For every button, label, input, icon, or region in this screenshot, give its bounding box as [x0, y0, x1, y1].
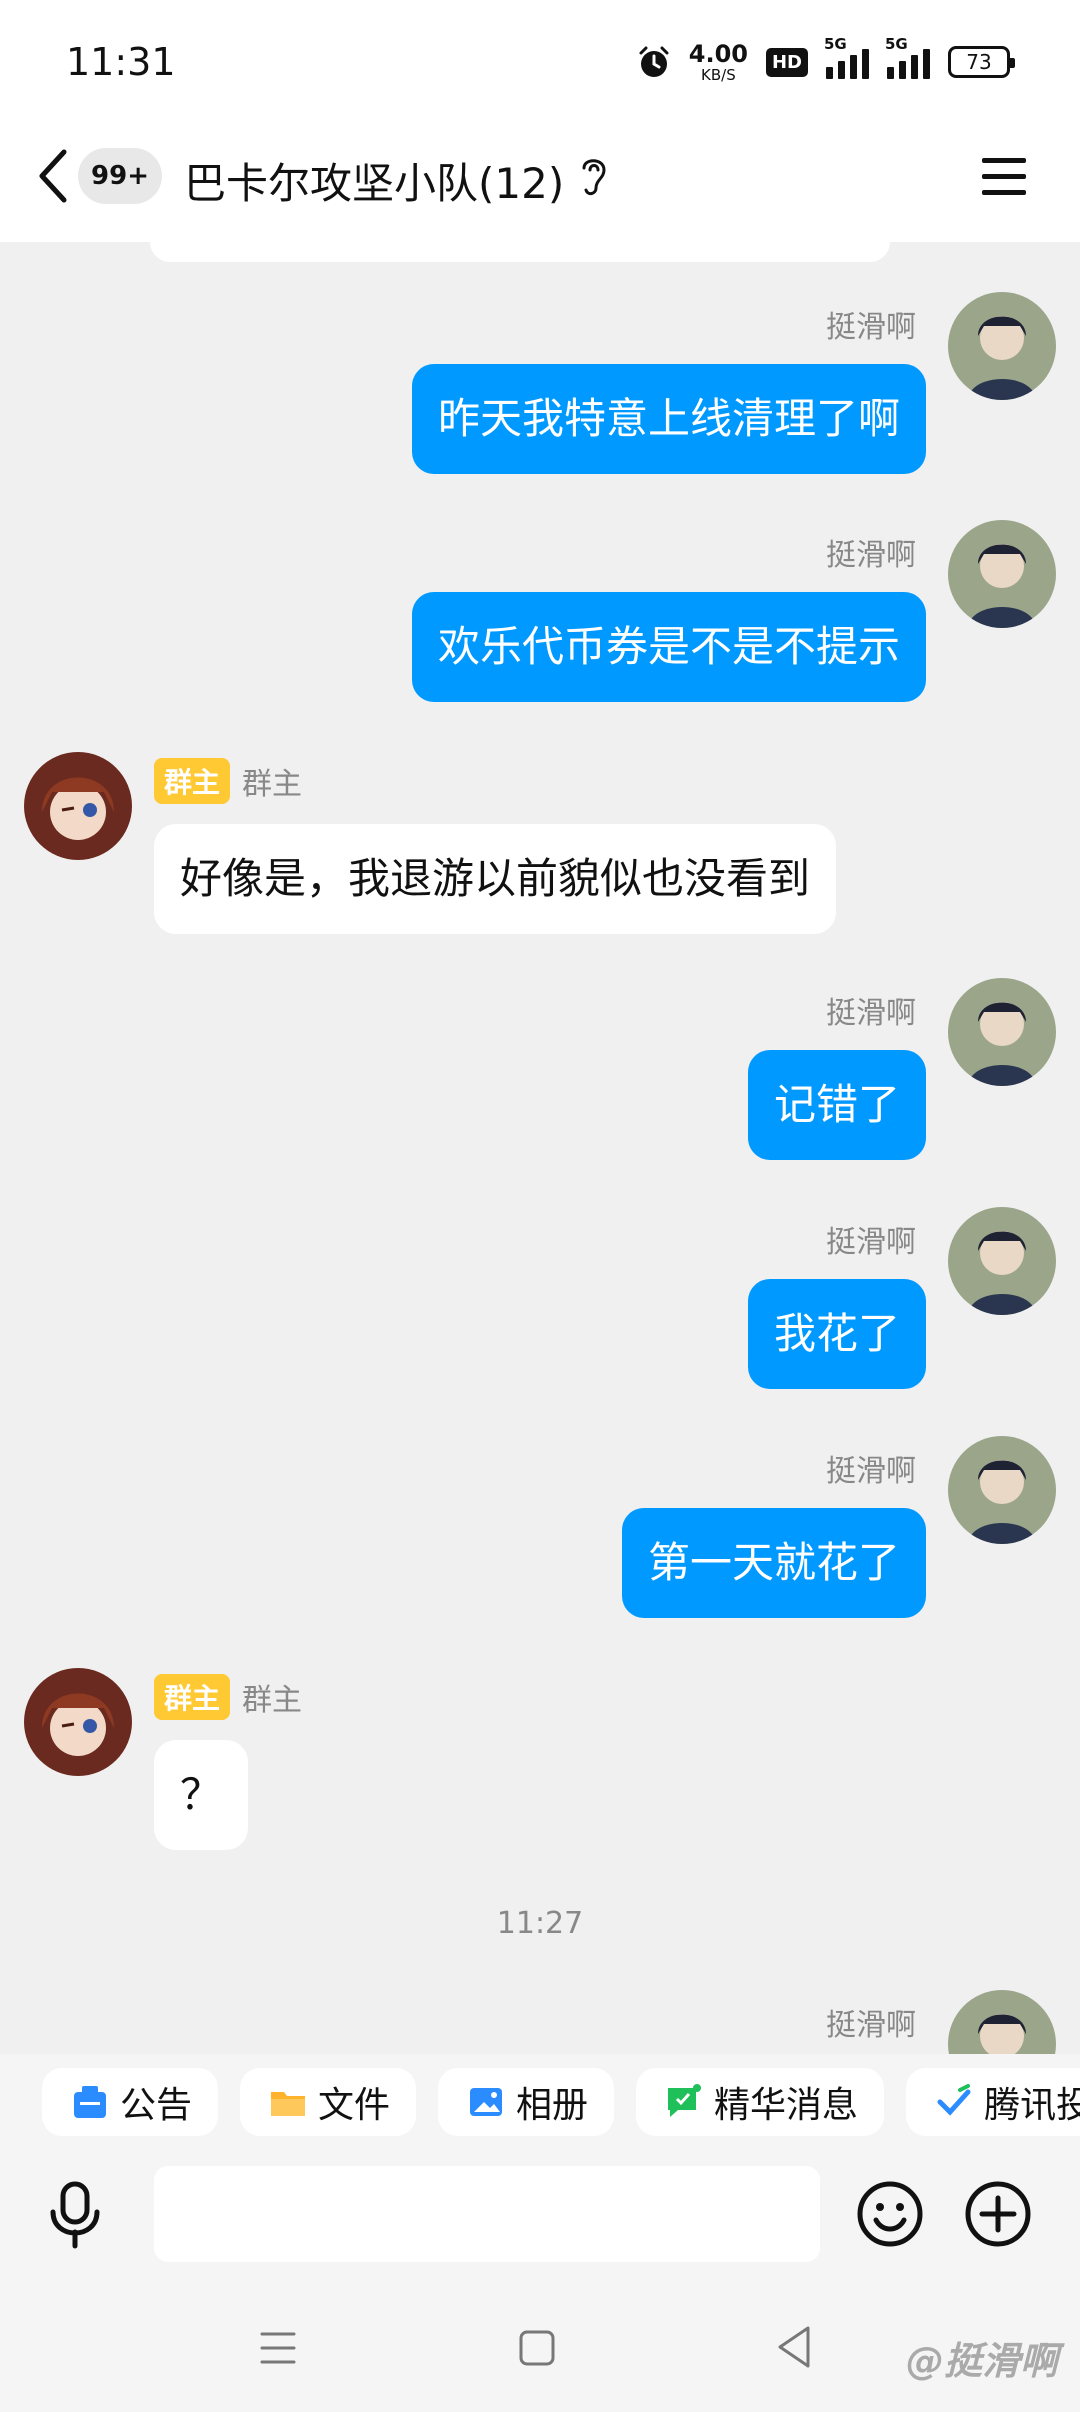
previous-message-bubble[interactable]: [150, 242, 890, 262]
message-bubble[interactable]: ？: [154, 1740, 249, 1850]
message-input[interactable]: [154, 2166, 820, 2262]
group-owner-badge: 群主: [154, 1674, 231, 1720]
ear-mode-icon[interactable]: [576, 152, 612, 200]
message-bubble[interactable]: 昨天我特意上线清理了啊: [411, 364, 926, 474]
message-bubble[interactable]: 我花了: [747, 1279, 926, 1389]
network-speed-unit: KB/S: [701, 65, 736, 84]
menu-icon[interactable]: [980, 154, 1028, 200]
status-bar: 11:31 4.00 KB/S HD 5G 5G 73: [0, 0, 1080, 120]
sender-name: 群主: [242, 767, 303, 802]
plus-icon[interactable]: [964, 2180, 1032, 2248]
tool-label: 文件: [318, 2085, 391, 2126]
battery-icon: 73: [948, 46, 1015, 78]
sender-name: 挺滑啊: [826, 310, 916, 345]
network-speed: 4.00 KB/S: [689, 42, 748, 83]
user-avatar[interactable]: [948, 1207, 1056, 1315]
sender-name: 挺滑啊: [826, 1454, 916, 1489]
user-avatar[interactable]: [948, 1436, 1056, 1544]
chat-message-list[interactable]: 挺滑啊 昨天我特意上线清理了啊 挺滑啊 欢乐代币券是不是不提示 群主 群主 好像…: [0, 242, 1080, 2054]
vote-icon: [937, 2084, 971, 2116]
unread-count-badge[interactable]: 99+: [78, 148, 162, 204]
sender-name: 挺滑啊: [826, 538, 916, 573]
group-owner-avatar[interactable]: [24, 1668, 132, 1776]
tool-highlights[interactable]: 精华消息: [636, 2068, 885, 2136]
recent-apps-icon[interactable]: [258, 2328, 298, 2368]
back-arrow-icon[interactable]: [32, 146, 72, 206]
tool-album[interactable]: 相册: [438, 2068, 615, 2136]
message-bubble[interactable]: 第一天就花了: [621, 1508, 926, 1618]
announcement-icon: [74, 2086, 106, 2118]
chat-header: 99+ 巴卡尔攻坚小队(12): [0, 120, 1080, 242]
user-avatar[interactable]: [948, 1990, 1056, 2054]
message-bubble[interactable]: 欢乐代币券是不是不提示: [411, 592, 926, 702]
sender-name: 挺滑啊: [826, 996, 916, 1031]
user-avatar[interactable]: [948, 520, 1056, 628]
signal-label: 5G: [885, 35, 908, 53]
system-nav-bar: @挺滑啊: [0, 2286, 1080, 2412]
status-time: 11:31: [66, 40, 176, 84]
user-avatar[interactable]: [948, 292, 1056, 400]
sender-name: 挺滑啊: [826, 2008, 916, 2043]
tool-files[interactable]: 文件: [240, 2068, 417, 2136]
tool-label: 精华消息: [714, 2085, 859, 2126]
battery-level: 73: [966, 50, 992, 74]
album-icon: [470, 2088, 503, 2116]
message-bubble[interactable]: 好像是，我退游以前貌似也没看到: [154, 824, 837, 934]
microphone-icon[interactable]: [44, 2180, 106, 2250]
tool-label: 公告: [120, 2085, 193, 2126]
signal-5g-icon-2: 5G: [885, 35, 930, 79]
watermark: @挺滑啊: [905, 2339, 1058, 2383]
tool-label: 腾讯投票: [984, 2085, 1080, 2126]
signal-label: 5G: [824, 35, 847, 53]
tool-label: 相册: [516, 2085, 589, 2126]
network-speed-value: 4.00: [688, 39, 748, 68]
input-bar: [0, 2150, 1080, 2286]
nav-back-icon[interactable]: [774, 2324, 814, 2370]
sender-info: 群主 群主: [154, 1674, 302, 1720]
group-owner-badge: 群主: [154, 758, 231, 804]
group-tools-bar[interactable]: 公告 文件 相册 精华消息 腾讯投: [0, 2054, 1080, 2150]
message-bubble[interactable]: 记错了: [747, 1050, 926, 1160]
home-icon[interactable]: [518, 2328, 556, 2368]
message-timestamp: 11:27: [496, 1906, 584, 1941]
group-owner-avatar[interactable]: [24, 752, 132, 860]
highlight-message-icon: [668, 2084, 702, 2117]
status-icons: 4.00 KB/S HD 5G 5G 73: [637, 35, 1015, 86]
chat-title[interactable]: 巴卡尔攻坚小队(12): [184, 150, 564, 211]
tool-vote[interactable]: 腾讯投票: [906, 2068, 1080, 2136]
user-avatar[interactable]: [948, 978, 1056, 1086]
folder-icon: [271, 2092, 306, 2116]
sender-name: 群主: [242, 1683, 303, 1718]
hd-voice-icon: HD: [765, 47, 808, 77]
tool-announcement[interactable]: 公告: [42, 2068, 219, 2136]
alarm-icon: [639, 46, 669, 77]
sender-info: 群主 群主: [154, 758, 302, 804]
signal-5g-icon-1: 5G: [824, 35, 869, 79]
sender-name: 挺滑啊: [826, 1225, 916, 1260]
emoji-icon[interactable]: [856, 2180, 924, 2248]
